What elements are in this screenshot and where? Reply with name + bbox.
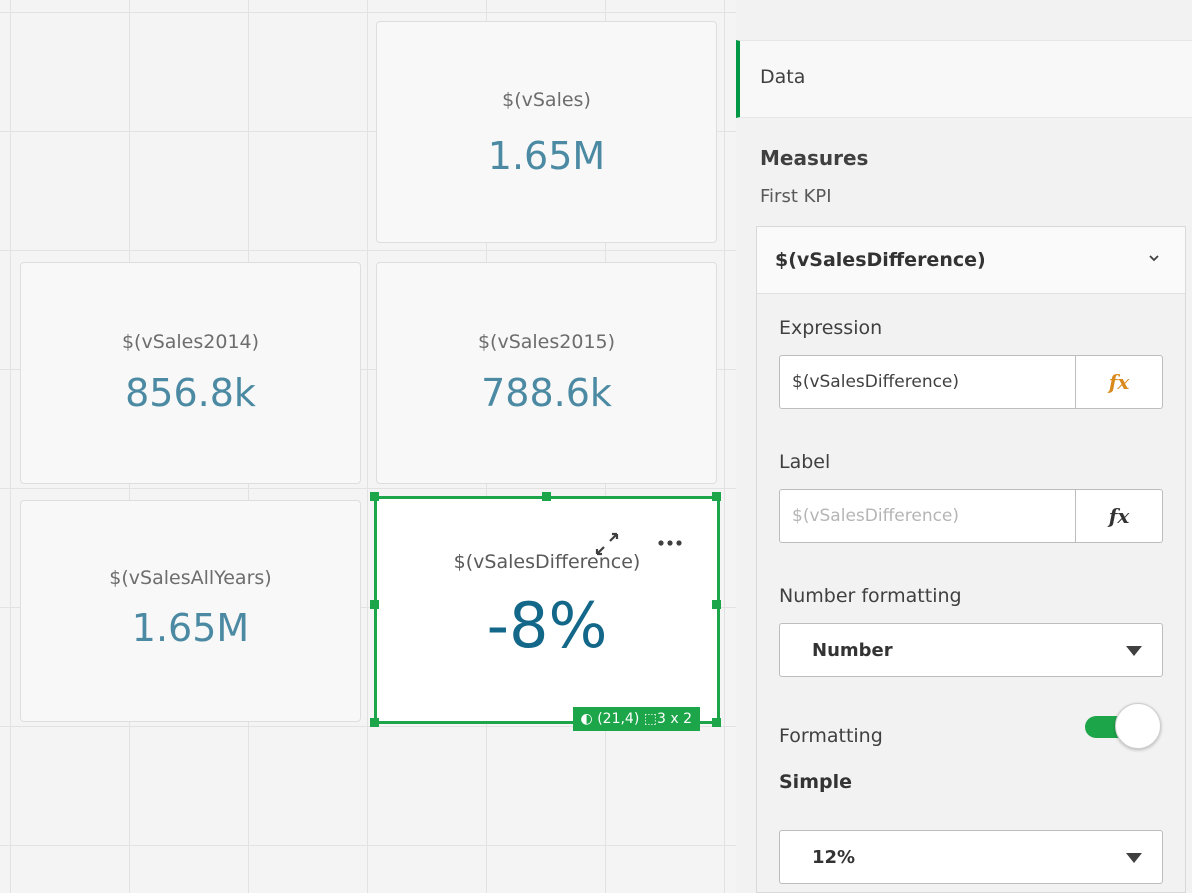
- dropdown-arrow-icon: [1126, 646, 1142, 656]
- number-formatting-value: Number: [812, 640, 893, 661]
- kpi-value: 856.8k: [125, 371, 256, 415]
- formatting-mode-label: Simple: [779, 771, 852, 793]
- label-input[interactable]: $(vSalesDifference) fx: [779, 489, 1163, 543]
- expression-fx-button[interactable]: fx: [1075, 356, 1162, 408]
- resize-handle-right[interactable]: [712, 600, 721, 609]
- selection-toolbar: [593, 529, 699, 559]
- fx-icon: fx: [1108, 370, 1130, 394]
- resize-handle-top-right[interactable]: [712, 492, 721, 501]
- formatting-value: 12%: [812, 847, 856, 868]
- label-placeholder: $(vSalesDifference): [792, 506, 960, 526]
- kpi-vsalesdifference[interactable]: $(vSalesDifference) -8% ◐ (21,4) ⬚3 x 2: [374, 496, 720, 731]
- kpi-title: $(vSales): [502, 89, 591, 111]
- size-icon: ⬚: [643, 711, 657, 727]
- formatting-label: Formatting: [779, 725, 883, 747]
- kpi-title: $(vSales2014): [121, 331, 260, 353]
- measure-name: $(vSalesDifference): [775, 249, 986, 271]
- expression-input[interactable]: $(vSalesDifference) fx: [779, 355, 1163, 409]
- move-icon: ◐: [580, 711, 593, 727]
- tab-data-label: Data: [760, 66, 806, 88]
- more-options-icon[interactable]: [653, 529, 687, 559]
- tab-data[interactable]: Data: [736, 40, 1192, 118]
- formatting-select[interactable]: 12%: [779, 830, 1163, 884]
- chevron-down-icon[interactable]: [1147, 251, 1161, 265]
- expression-value: $(vSalesDifference): [792, 372, 960, 392]
- measures-heading: Measures: [760, 146, 869, 170]
- kpi-vsales[interactable]: $(vSales) 1.65M: [376, 21, 717, 243]
- number-formatting-select[interactable]: Number: [779, 623, 1163, 677]
- kpi-vsales2014[interactable]: $(vSales2014) 856.8k: [20, 262, 361, 484]
- kpi-value: 788.6k: [481, 371, 612, 415]
- kpi-value: -8%: [486, 589, 608, 662]
- resize-handle-left[interactable]: [370, 600, 379, 609]
- measure-header[interactable]: $(vSalesDifference): [757, 227, 1185, 294]
- fx-icon: fx: [1108, 504, 1130, 528]
- size-readout: 3 x 2: [657, 711, 692, 727]
- kpi-value: 1.65M: [131, 606, 250, 650]
- resize-handle-bottom-right[interactable]: [712, 718, 721, 727]
- kpi-title: $(vSales2015): [477, 331, 616, 353]
- sheet-canvas[interactable]: $(vSales) 1.65M $(vSales2014) 856.8k $(v…: [0, 0, 736, 893]
- kpi-value: 1.65M: [487, 134, 606, 178]
- resize-handle-top-left[interactable]: [370, 492, 379, 501]
- position-readout: (21,4): [597, 711, 640, 727]
- properties-panel: Data Measures First KPI $(vSalesDifferen…: [736, 0, 1192, 893]
- number-formatting-label: Number formatting: [779, 585, 962, 607]
- resize-handle-bottom-left[interactable]: [370, 718, 379, 727]
- measure-card: $(vSalesDifference) Expression $(vSalesD…: [756, 226, 1186, 893]
- expression-label: Expression: [779, 317, 883, 339]
- formatting-toggle[interactable]: [1085, 701, 1163, 751]
- label-label: Label: [779, 451, 831, 473]
- label-fx-button[interactable]: fx: [1075, 490, 1162, 542]
- position-size-badge: ◐ (21,4) ⬚3 x 2: [572, 707, 700, 731]
- toggle-knob: [1115, 703, 1161, 749]
- resize-handle-top[interactable]: [542, 492, 551, 501]
- first-kpi-label: First KPI: [760, 186, 832, 207]
- kpi-title: $(vSalesAllYears): [109, 567, 272, 589]
- expand-icon[interactable]: [593, 529, 621, 559]
- dropdown-arrow-icon: [1126, 853, 1142, 863]
- kpi-vsalesallyears[interactable]: $(vSalesAllYears) 1.65M: [20, 500, 361, 722]
- kpi-vsales2015[interactable]: $(vSales2015) 788.6k: [376, 262, 717, 484]
